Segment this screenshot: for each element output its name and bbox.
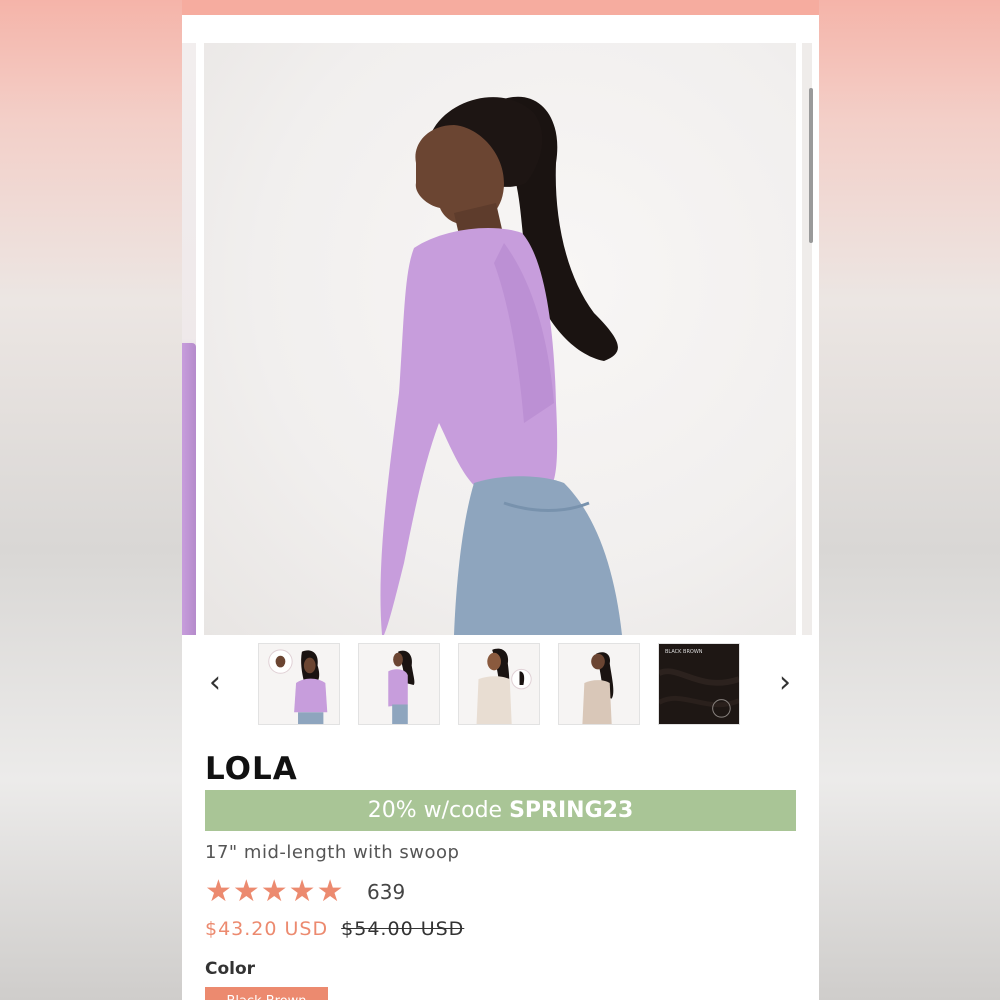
product-gallery[interactable] xyxy=(182,43,819,635)
background-blur-right xyxy=(819,0,1000,1000)
compare-at-price: $54.00 USD xyxy=(341,918,465,940)
promo-banner: 20% w/code SPRING23 xyxy=(205,790,796,831)
promo-code: SPRING23 xyxy=(509,798,634,823)
previous-slide-peek[interactable] xyxy=(182,43,196,635)
thumbnail-2[interactable] xyxy=(358,643,440,725)
product-page: ‹ BLACK BROWN › LOLA 20% w/code SPRING23… xyxy=(182,0,819,1000)
rating-stars-icon: ★★★★★ xyxy=(205,874,345,909)
main-product-image[interactable] xyxy=(204,43,796,635)
rating-summary[interactable]: ★★★★★ 639 xyxy=(205,874,405,909)
color-option-selected[interactable]: Black Brown xyxy=(205,987,328,1000)
model-photo xyxy=(380,96,622,635)
product-title: LOLA xyxy=(205,751,298,787)
thumbnails-next-button[interactable]: › xyxy=(765,661,805,705)
sale-price: $43.20 USD xyxy=(205,918,329,940)
top-banner xyxy=(182,0,819,15)
product-subtitle: 17" mid-length with swoop xyxy=(205,842,460,863)
thumbnail-4[interactable] xyxy=(558,643,640,725)
previous-slide-image xyxy=(182,343,196,635)
promo-text: 20% w/code xyxy=(367,798,510,823)
thumbnail-5-color-swatch[interactable]: BLACK BROWN xyxy=(658,643,740,725)
thumbnail-1[interactable] xyxy=(258,643,340,725)
swatch-label: BLACK BROWN xyxy=(665,649,703,655)
thumbnail-strip: ‹ BLACK BROWN › xyxy=(182,643,819,727)
price-row: $43.20 USD $54.00 USD xyxy=(205,918,464,940)
background-blur-left xyxy=(0,0,182,1000)
review-count[interactable]: 639 xyxy=(367,878,405,906)
scrollbar[interactable] xyxy=(809,88,813,243)
thumbnails-prev-button[interactable]: ‹ xyxy=(195,661,235,705)
color-label: Color xyxy=(205,959,256,979)
thumbnail-3[interactable] xyxy=(458,643,540,725)
